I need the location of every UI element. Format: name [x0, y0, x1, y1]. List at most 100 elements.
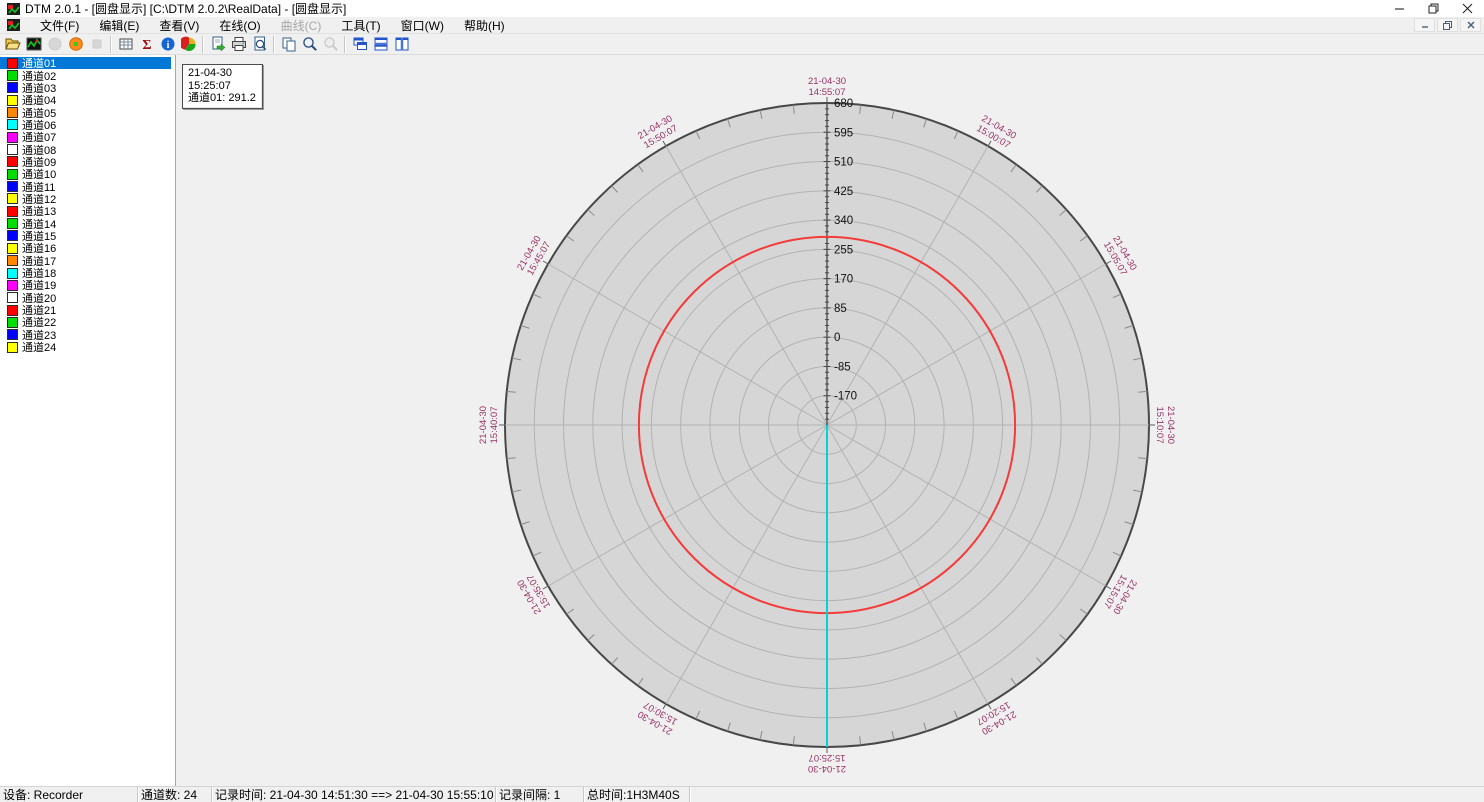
menu-6[interactable]: 工具(T)	[331, 16, 390, 35]
sigma-icon: Σ	[139, 36, 155, 52]
channel-label: 通道24	[22, 339, 56, 355]
app-logo-icon	[7, 3, 20, 15]
chart-area: 680595510425340255170850-85-17021-04-301…	[176, 55, 1484, 786]
cascade-windows-icon	[352, 36, 368, 52]
channel-color-swatch	[7, 280, 18, 291]
svg-text:85: 85	[834, 303, 847, 315]
zoom-button[interactable]	[299, 35, 320, 54]
tooltip-date: 21-04-30	[188, 67, 256, 80]
status-section-4: 记录间隔: 1	[496, 787, 584, 802]
status-section-5: 总时间:1H3M40S	[584, 787, 690, 802]
channel-color-swatch	[7, 181, 18, 192]
angle-time-label: 21-04-3015:40:07	[478, 406, 500, 444]
minimize-button[interactable]	[1382, 0, 1416, 17]
mdi-minimize-button[interactable]	[1414, 18, 1435, 32]
copy-button[interactable]	[278, 35, 299, 54]
export-button[interactable]	[207, 35, 228, 54]
statistics-button[interactable]: Σ	[136, 35, 157, 54]
open-folder-icon	[5, 36, 21, 52]
svg-text:595: 595	[834, 127, 853, 139]
table-icon	[118, 36, 134, 52]
polar-chart[interactable]: 680595510425340255170850-85-17021-04-301…	[176, 55, 1483, 786]
toolbar-separator	[273, 36, 275, 53]
channel-color-swatch	[7, 95, 18, 106]
stop-button	[86, 35, 107, 54]
record-active-button[interactable]	[65, 35, 86, 54]
svg-text:680: 680	[834, 98, 853, 110]
toolbar-separator	[202, 36, 204, 53]
close-button[interactable]	[1450, 0, 1484, 17]
cascade-windows-button[interactable]	[349, 35, 370, 54]
channel-color-swatch	[7, 230, 18, 241]
menu-1[interactable]: 文件(F)	[30, 16, 89, 35]
record-idle-icon	[47, 36, 63, 52]
channel-item[interactable]: 通道24	[0, 341, 171, 353]
copy-icon	[281, 36, 297, 52]
menu-7[interactable]: 窗口(W)	[391, 16, 454, 35]
info-icon: i	[160, 36, 176, 52]
toolbar: Σ i	[0, 34, 1484, 55]
tile-horizontal-icon	[373, 36, 389, 52]
print-preview-button[interactable]	[249, 35, 270, 54]
svg-text:-85: -85	[834, 361, 851, 373]
svg-text:510: 510	[834, 157, 853, 169]
channel-color-swatch	[7, 169, 18, 180]
status-section-1: 设备: Recorder	[0, 787, 138, 802]
data-table-button[interactable]	[115, 35, 136, 54]
info-button[interactable]: i	[157, 35, 178, 54]
svg-text:i: i	[166, 40, 169, 51]
channel-color-swatch	[7, 342, 18, 353]
printer-icon	[231, 36, 247, 52]
channel-color-swatch	[7, 156, 18, 167]
pie-chart-icon	[181, 36, 197, 52]
menu-8[interactable]: 帮助(H)	[454, 16, 515, 35]
open-file-button[interactable]	[2, 35, 23, 54]
main-content: 通道01通道02通道03通道04通道05通道06通道07通道08通道09通道10…	[0, 55, 1484, 786]
svg-text:15:40:07: 15:40:07	[489, 407, 500, 444]
channel-color-swatch	[7, 243, 18, 254]
tooltip-value: 通道01: 291.2	[188, 92, 256, 105]
svg-text:0: 0	[834, 332, 840, 344]
channel-color-swatch	[7, 70, 18, 81]
zoom-reset-button	[320, 35, 341, 54]
mdi-restore-icon	[1443, 21, 1452, 30]
mdi-restore-button[interactable]	[1437, 18, 1458, 32]
channel-color-swatch	[7, 292, 18, 303]
tile-horizontal-button[interactable]	[370, 35, 391, 54]
mdi-document-icon	[7, 19, 20, 31]
tile-vertical-button[interactable]	[391, 35, 412, 54]
angle-time-label: 21-04-3015:25:07	[808, 752, 846, 774]
menu-bar: 文件(F)编辑(E)查看(V)在线(O)曲线(C)工具(T)窗口(W)帮助(H)	[0, 17, 1484, 34]
window-title: DTM 2.0.1 - [圆盘显示] [C:\DTM 2.0.2\RealDat…	[25, 0, 346, 17]
menu-4[interactable]: 在线(O)	[209, 16, 270, 35]
mdi-close-icon	[1467, 21, 1475, 29]
menu-5: 曲线(C)	[271, 16, 332, 35]
pie-chart-button[interactable]	[178, 35, 199, 54]
trend-view-button[interactable]	[23, 35, 44, 54]
svg-text:21-04-30: 21-04-30	[478, 406, 489, 444]
channel-color-swatch	[7, 132, 18, 143]
mdi-close-button[interactable]	[1460, 18, 1481, 32]
close-icon	[1462, 3, 1473, 14]
angle-time-label: 21-04-3014:55:07	[808, 76, 846, 98]
magnifier-icon	[302, 36, 318, 52]
menu-2[interactable]: 编辑(E)	[89, 16, 149, 35]
channel-color-swatch	[7, 58, 18, 69]
restore-button[interactable]	[1416, 0, 1450, 17]
svg-text:255: 255	[834, 244, 853, 256]
record-idle-button	[44, 35, 65, 54]
svg-text:21-04-30: 21-04-30	[808, 763, 846, 774]
record-active-icon	[68, 36, 84, 52]
channel-color-swatch	[7, 119, 18, 130]
menu-3[interactable]: 查看(V)	[149, 16, 209, 35]
print-button[interactable]	[228, 35, 249, 54]
channel-color-swatch	[7, 268, 18, 279]
toolbar-separator	[110, 36, 112, 53]
status-section-3: 记录时间: 21-04-30 14:51:30 ==> 21-04-30 15:…	[212, 787, 496, 802]
svg-text:21-04-30: 21-04-30	[808, 76, 846, 87]
svg-text:-170: -170	[834, 391, 857, 403]
toolbar-separator	[344, 36, 346, 53]
channel-color-swatch	[7, 193, 18, 204]
svg-text:14:55:07: 14:55:07	[809, 87, 846, 98]
trend-chart-icon	[26, 36, 42, 52]
